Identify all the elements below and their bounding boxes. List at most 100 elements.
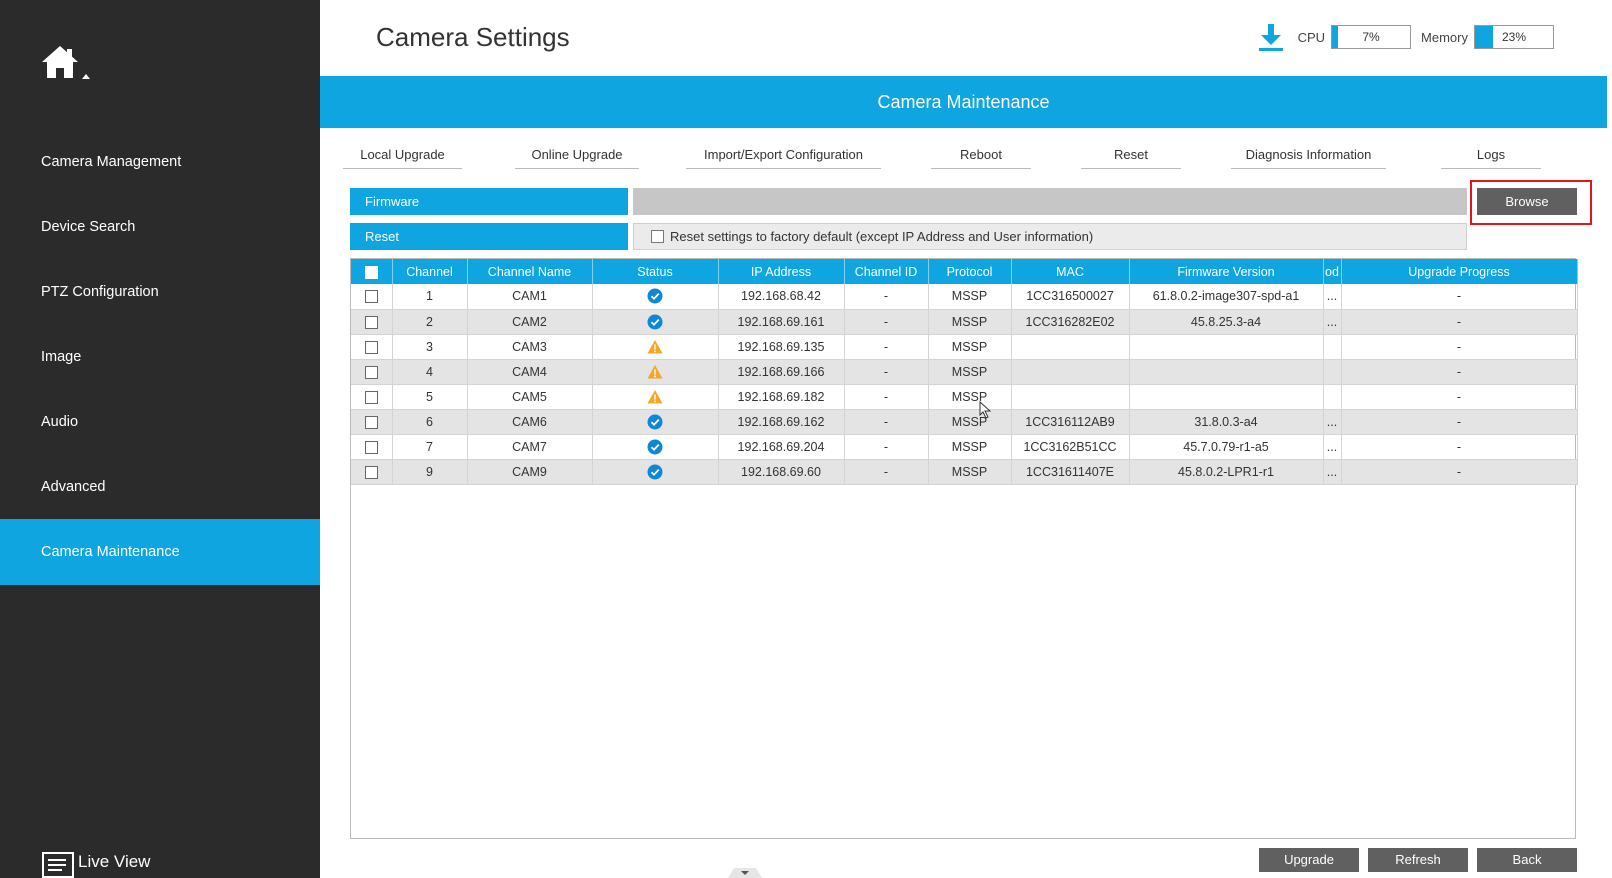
status-cell (592, 334, 719, 360)
tab-reboot[interactable]: Reboot (931, 142, 1031, 169)
od-cell (1323, 334, 1342, 360)
channel-name-cell: CAM5 (467, 384, 593, 410)
sidebar-item-advanced[interactable]: Advanced (0, 454, 320, 520)
refresh-button[interactable]: Refresh (1368, 848, 1468, 872)
od-cell: ... (1323, 284, 1342, 310)
row-checkbox[interactable] (364, 290, 378, 304)
upgrade-progress-cell: - (1341, 409, 1578, 435)
ip-address-cell: 192.168.69.204 (718, 434, 845, 460)
sidebar-item-audio[interactable]: Audio (0, 389, 320, 455)
channel-id-cell: - (844, 409, 929, 435)
od-cell: ... (1323, 434, 1342, 460)
od-cell (1323, 359, 1342, 385)
back-button[interactable]: Back (1477, 848, 1577, 872)
protocol-cell: MSSP (928, 459, 1012, 485)
header-channel[interactable]: Channel (392, 259, 468, 284)
tab-import-export-configuration[interactable]: Import/Export Configuration (686, 142, 881, 169)
channel-cell: 3 (392, 334, 468, 360)
memory-meter: 23% (1474, 25, 1554, 49)
table-row[interactable]: 3 CAM3 192.168.69.135- MSSP - (351, 334, 1578, 360)
sidebar-item-device-search[interactable]: Device Search (0, 194, 320, 260)
channel-id-cell: - (844, 459, 929, 485)
mac-cell: 1CC316500027 (1011, 284, 1130, 310)
sidebar-item-camera-maintenance[interactable]: Camera Maintenance (0, 519, 320, 585)
table-row[interactable]: 4 CAM4 192.168.69.166- MSSP - (351, 359, 1578, 385)
channel-name-cell: CAM3 (467, 334, 593, 360)
od-cell (1323, 384, 1342, 410)
channel-cell: 4 (392, 359, 468, 385)
channel-id-cell: - (844, 334, 929, 360)
ip-address-cell: 192.168.69.162 (718, 409, 845, 435)
status-cell (592, 459, 719, 485)
firmware-version-cell: 31.8.0.3-a4 (1129, 409, 1324, 435)
live-view-button[interactable]: Live View (42, 852, 150, 878)
firmware-version-cell: 45.8.0.2-LPR1-r1 (1129, 459, 1324, 485)
header-od[interactable]: od (1323, 259, 1342, 284)
firmware-path-field[interactable] (633, 188, 1467, 215)
browse-button[interactable]: Browse (1477, 188, 1577, 215)
row-checkbox[interactable] (364, 465, 378, 479)
header-protocol[interactable]: Protocol (928, 259, 1012, 284)
table-row[interactable]: 1 CAM1 192.168.68.42- MSSP 1CC316500027 61.8.… (351, 284, 1578, 310)
table-row[interactable]: 6 CAM6 192.168.69.162- MSSP 1CC316112AB9 31.8… (351, 409, 1578, 435)
channel-cell: 5 (392, 384, 468, 410)
factory-reset-checkbox[interactable] (651, 230, 664, 243)
row-checkbox[interactable] (364, 315, 378, 329)
mac-cell: 1CC316282E02 (1011, 309, 1130, 335)
table-row[interactable]: 5 CAM5 192.168.69.182- MSSP - (351, 384, 1578, 410)
upgrade-button[interactable]: Upgrade (1259, 848, 1359, 872)
table-row[interactable]: 9 CAM9 192.168.69.60- MSSP 1CC31611407E 45.8.… (351, 459, 1578, 485)
row-checkbox-cell (351, 384, 393, 410)
upgrade-progress-cell: - (1341, 284, 1578, 310)
protocol-cell: MSSP (928, 409, 1012, 435)
header-firmware-version[interactable]: Firmware Version (1129, 259, 1324, 284)
table-row[interactable]: 2 CAM2 192.168.69.161- MSSP 1CC316282E02 45.8… (351, 309, 1578, 335)
upgrade-progress-cell: - (1341, 334, 1578, 360)
sidebar-item-camera-management[interactable]: Camera Management (0, 129, 320, 195)
cpu-meter: 7% (1331, 25, 1412, 49)
channel-name-cell: CAM7 (467, 434, 593, 460)
channel-id-cell: - (844, 434, 929, 460)
tab-logs[interactable]: Logs (1441, 142, 1541, 169)
mac-cell: 1CC316112AB9 (1011, 409, 1130, 435)
header-ip-address[interactable]: IP Address (718, 259, 845, 284)
row-checkbox[interactable] (364, 340, 378, 354)
status-online-icon (647, 288, 663, 304)
select-all-checkbox[interactable] (364, 265, 378, 279)
header-channel-name[interactable]: Channel Name (467, 259, 593, 284)
sidebar: Camera Management Device Search PTZ Config… (0, 0, 320, 878)
sidebar-item-ptz-configuration[interactable]: PTZ Configuration (0, 259, 320, 325)
tab-local-upgrade[interactable]: Local Upgrade (343, 142, 462, 169)
firmware-version-cell (1129, 334, 1324, 360)
sidebar-item-image[interactable]: Image (0, 324, 320, 390)
header-upgrade-progress[interactable]: Upgrade Progress (1341, 259, 1578, 284)
header-mac[interactable]: MAC (1011, 259, 1130, 284)
row-checkbox-cell (351, 434, 393, 460)
od-cell: ... (1323, 409, 1342, 435)
tab-online-upgrade[interactable]: Online Upgrade (515, 142, 639, 169)
tab-diagnosis-information[interactable]: Diagnosis Information (1231, 142, 1386, 169)
ip-address-cell: 192.168.69.166 (718, 359, 845, 385)
row-checkbox[interactable] (364, 440, 378, 454)
tab-bar: Local Upgrade Online Upgrade Import/Expo… (343, 142, 1541, 170)
tab-reset[interactable]: Reset (1081, 142, 1181, 169)
firmware-label: Firmware (350, 188, 628, 215)
row-checkbox-cell (351, 284, 393, 310)
protocol-cell: MSSP (928, 434, 1012, 460)
status-online-icon (647, 314, 663, 329)
row-checkbox-cell (351, 409, 393, 435)
header-status[interactable]: Status (592, 259, 719, 284)
download-icon[interactable] (1256, 22, 1286, 52)
camera-table: Channel Channel Name Status IP Address C… (350, 258, 1578, 839)
header-channel-id[interactable]: Channel ID (844, 259, 929, 284)
home-icon[interactable] (40, 44, 96, 84)
row-checkbox[interactable] (364, 390, 378, 404)
collapse-tab-icon[interactable] (728, 864, 762, 878)
upgrade-progress-cell: - (1341, 384, 1578, 410)
upgrade-progress-cell: - (1341, 359, 1578, 385)
firmware-version-cell (1129, 359, 1324, 385)
row-checkbox[interactable] (364, 365, 378, 379)
table-row[interactable]: 7 CAM7 192.168.69.204- MSSP 1CC3162B51CC 45.7… (351, 434, 1578, 460)
row-checkbox[interactable] (364, 415, 378, 429)
status-cell (592, 434, 719, 460)
